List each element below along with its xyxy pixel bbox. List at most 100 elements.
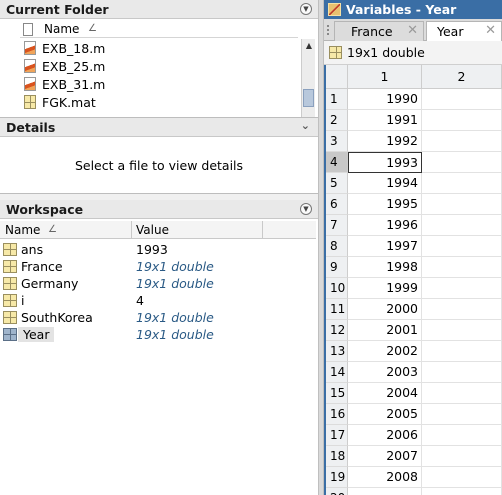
row-header[interactable]: 8 — [326, 236, 348, 257]
column-divider[interactable] — [262, 221, 263, 239]
grid-cell-empty[interactable] — [422, 488, 502, 495]
variable-grid: 1 2 1 1990 2 1991 3 1992 4 1993 5 1994 6 1995 7 1996 8… — [324, 65, 502, 495]
grid-cell-empty[interactable] — [422, 320, 502, 341]
row-header[interactable]: 19 — [326, 467, 348, 488]
grid-cell-empty[interactable] — [422, 341, 502, 362]
grid-cell[interactable]: 1990 — [348, 89, 422, 110]
m-file-icon — [24, 59, 36, 73]
grid-cell-empty[interactable] — [422, 446, 502, 467]
grid-cell[interactable]: 1993 — [348, 152, 422, 173]
row-header[interactable]: 20 — [326, 488, 348, 495]
variable-icon — [3, 328, 17, 341]
grid-cell-empty[interactable] — [422, 383, 502, 404]
scroll-up-icon[interactable]: ▲ — [302, 39, 316, 52]
row-header[interactable]: 18 — [326, 446, 348, 467]
grid-cell-empty[interactable] — [422, 257, 502, 278]
row-header[interactable]: 16 — [326, 404, 348, 425]
chevron-down-icon[interactable]: ⌄ — [301, 119, 310, 132]
panel-actions-icon[interactable]: ▼ — [300, 203, 312, 215]
row-header[interactable]: 10 — [326, 278, 348, 299]
grid-cell-empty[interactable] — [422, 89, 502, 110]
variable-value: 19x1 double — [136, 310, 214, 325]
row-header[interactable]: 13 — [326, 341, 348, 362]
grid-cell[interactable]: 2008 — [348, 467, 422, 488]
file-list-scrollbar[interactable]: ▲ ▼ — [301, 39, 316, 117]
row-header[interactable]: 5 — [326, 173, 348, 194]
grid-cell-empty[interactable] — [422, 362, 502, 383]
grid-cell-empty[interactable] — [422, 173, 502, 194]
row-header[interactable]: 12 — [326, 320, 348, 341]
grid-cell-empty[interactable] — [422, 152, 502, 173]
workspace-variable-row[interactable]: France 19x1 double — [0, 258, 316, 275]
file-list-item[interactable]: EXB_18.m — [20, 39, 298, 57]
row-header[interactable]: 6 — [326, 194, 348, 215]
tab-france[interactable]: France ✕ — [334, 21, 424, 41]
grid-cell-empty[interactable] — [422, 110, 502, 131]
grid-cell-empty[interactable] — [422, 131, 502, 152]
current-folder-title: Current Folder — [6, 2, 109, 17]
row-header[interactable]: 15 — [326, 383, 348, 404]
grid-cell-empty[interactable] — [422, 278, 502, 299]
column-header[interactable]: 2 — [422, 65, 502, 89]
row-header[interactable]: 11 — [326, 299, 348, 320]
file-list-header[interactable]: Name ∠ — [20, 21, 298, 38]
workspace-header: Name ∠ Value — [0, 221, 316, 239]
workspace-variable-row[interactable]: ans 1993 — [0, 241, 316, 258]
grid-cell[interactable]: 2003 — [348, 362, 422, 383]
file-list-item[interactable]: EXB_31.m — [20, 75, 298, 93]
grid-cell[interactable]: 2006 — [348, 425, 422, 446]
column-divider[interactable] — [131, 221, 132, 239]
row-header[interactable]: 1 — [326, 89, 348, 110]
grid-cell[interactable]: 2002 — [348, 341, 422, 362]
grid-cell-empty[interactable] — [422, 467, 502, 488]
grid-cell[interactable]: 1999 — [348, 278, 422, 299]
grid-cell[interactable]: 2001 — [348, 320, 422, 341]
row-header[interactable]: 2 — [326, 110, 348, 131]
row-header[interactable]: 3 — [326, 131, 348, 152]
tab-year[interactable]: Year ✕ — [426, 21, 502, 42]
grid-corner[interactable] — [326, 65, 348, 89]
workspace-variable-row[interactable]: SouthKorea 19x1 double — [0, 309, 316, 326]
name-column-header[interactable]: Name — [44, 22, 79, 36]
grid-cell[interactable]: 2004 — [348, 383, 422, 404]
panel-actions-icon[interactable]: ▼ — [300, 3, 312, 15]
variable-name: Germany — [21, 276, 79, 291]
grid-cell-empty[interactable] — [422, 299, 502, 320]
row-header[interactable]: 7 — [326, 215, 348, 236]
row-header[interactable]: 14 — [326, 362, 348, 383]
value-column-header[interactable]: Value — [136, 223, 169, 237]
grid-cell[interactable]: 2005 — [348, 404, 422, 425]
workspace-variable-row[interactable]: Germany 19x1 double — [0, 275, 316, 292]
grid-cell[interactable]: 1998 — [348, 257, 422, 278]
grid-cell[interactable] — [348, 488, 422, 495]
name-column-header[interactable]: Name — [5, 223, 40, 237]
close-icon[interactable]: ✕ — [485, 23, 496, 38]
grid-cell-empty[interactable] — [422, 425, 502, 446]
grid-cell[interactable]: 1991 — [348, 110, 422, 131]
grid-cell-empty[interactable] — [422, 236, 502, 257]
details-title: Details — [6, 120, 56, 135]
grid-cell[interactable]: 1992 — [348, 131, 422, 152]
drag-grip-icon[interactable] — [327, 25, 329, 35]
workspace-title-bar: Workspace ▼ — [0, 200, 318, 219]
grid-cell[interactable]: 1997 — [348, 236, 422, 257]
row-header[interactable]: 4 — [326, 152, 348, 173]
grid-cell[interactable]: 1994 — [348, 173, 422, 194]
grid-cell-empty[interactable] — [422, 215, 502, 236]
file-list-item[interactable]: FGK.mat — [20, 93, 298, 111]
grid-cell[interactable]: 1996 — [348, 215, 422, 236]
file-list-item[interactable]: EXB_25.m — [20, 57, 298, 75]
workspace-variable-row[interactable]: i4 — [0, 292, 316, 309]
column-header[interactable]: 1 — [348, 65, 422, 89]
close-icon[interactable]: ✕ — [407, 23, 418, 38]
scrollbar-thumb[interactable] — [303, 89, 314, 107]
details-title-bar[interactable]: Details ⌄ — [0, 118, 318, 137]
grid-cell[interactable]: 2007 — [348, 446, 422, 467]
row-header[interactable]: 17 — [326, 425, 348, 446]
workspace-variable-row[interactable]: Year 19x1 double — [0, 326, 316, 343]
grid-cell[interactable]: 1995 — [348, 194, 422, 215]
grid-cell-empty[interactable] — [422, 194, 502, 215]
row-header[interactable]: 9 — [326, 257, 348, 278]
grid-cell-empty[interactable] — [422, 404, 502, 425]
grid-cell[interactable]: 2000 — [348, 299, 422, 320]
